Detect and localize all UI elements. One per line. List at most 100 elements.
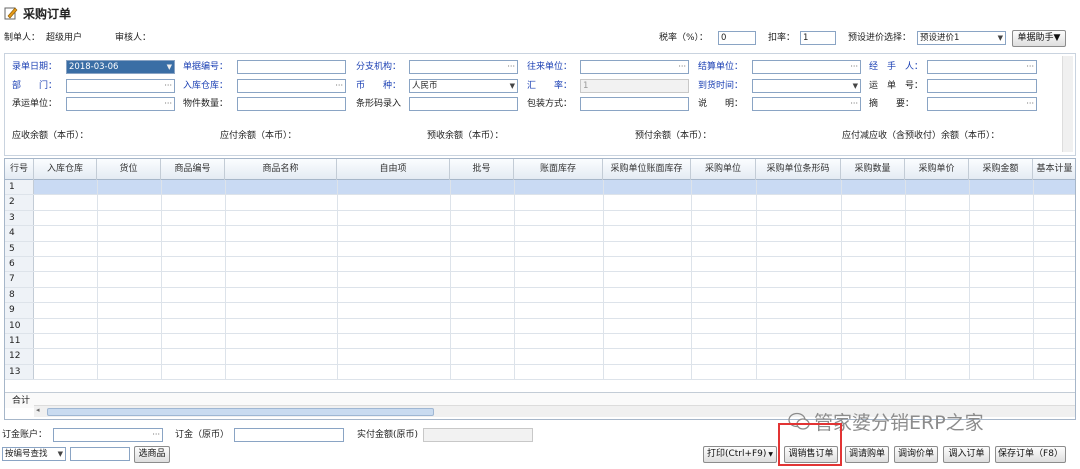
col-header[interactable]: 商品名称 xyxy=(225,159,337,180)
more-icon: ··· xyxy=(164,99,172,108)
table-row[interactable]: 5 xyxy=(5,241,1075,257)
arrival-field[interactable]: ▼ xyxy=(752,79,861,93)
settle-field[interactable]: ··· xyxy=(752,60,861,74)
col-header[interactable]: 入库仓库 xyxy=(34,159,97,180)
prerecv-balance-label: 预收余额（本币）： xyxy=(427,131,504,141)
packing-field[interactable] xyxy=(580,97,689,111)
carrier-field[interactable]: ··· xyxy=(66,97,175,111)
column-divider xyxy=(1033,180,1034,380)
col-header[interactable]: 采购单价 xyxy=(905,159,969,180)
col-header[interactable]: 采购单位条形码 xyxy=(756,159,841,180)
purchase-request-button[interactable]: 调请购单 xyxy=(845,446,889,463)
scrollbar-thumb[interactable] xyxy=(47,408,434,416)
summary-field[interactable]: ··· xyxy=(927,97,1037,111)
billno-field[interactable] xyxy=(237,60,346,74)
page-title-text: 采购订单 xyxy=(23,6,72,21)
date-label: 录单日期： xyxy=(12,62,58,72)
col-header[interactable]: 采购单位账面库存 xyxy=(603,159,691,180)
print-button[interactable]: 打印(Ctrl+F9) ▼ xyxy=(703,446,777,463)
table-row[interactable]: 9 xyxy=(5,303,1075,319)
partner-field[interactable]: ··· xyxy=(580,60,689,74)
col-header[interactable]: 商品编号 xyxy=(161,159,225,180)
more-icon: ··· xyxy=(507,62,515,71)
col-header[interactable]: 行号 xyxy=(5,159,34,180)
table-row[interactable]: 11 xyxy=(5,334,1075,350)
row-number: 1 xyxy=(5,180,34,195)
more-icon: ··· xyxy=(850,62,858,71)
settle-label: 结算单位： xyxy=(698,62,744,72)
preset-select[interactable]: 预设进价1 ▼ xyxy=(917,31,1006,45)
creator-label: 制单人： xyxy=(4,33,41,43)
table-row[interactable]: 4 xyxy=(5,226,1075,242)
table-row[interactable]: 1 xyxy=(5,180,1075,196)
col-header[interactable]: 基本计量 xyxy=(1033,159,1075,180)
column-divider xyxy=(97,180,98,380)
table-row[interactable]: 10 xyxy=(5,318,1075,334)
row-number: 13 xyxy=(5,364,34,380)
actual-field xyxy=(423,428,533,442)
more-icon: ··· xyxy=(1026,62,1034,71)
deposit-account-field[interactable]: ··· xyxy=(53,428,163,442)
import-order-button[interactable]: 调入订单 xyxy=(943,446,990,463)
print-label: 打印(Ctrl+F9) xyxy=(706,449,767,459)
col-header[interactable]: 货位 xyxy=(97,159,161,180)
tax-label: 税率（%）： xyxy=(659,33,709,43)
helper-button[interactable]: 单据助手▼ xyxy=(1012,30,1066,47)
row-number: 3 xyxy=(5,210,34,226)
date-field[interactable]: 2018-03-06 ▼ xyxy=(66,60,175,74)
table-row[interactable]: 7 xyxy=(5,272,1075,288)
table-row[interactable]: 6 xyxy=(5,257,1075,273)
price-inquiry-button[interactable]: 调询价单 xyxy=(894,446,938,463)
table-row[interactable]: 13 xyxy=(5,364,1075,381)
col-header[interactable]: 自由项 xyxy=(337,159,450,180)
col-header[interactable]: 批号 xyxy=(450,159,514,180)
branch-field[interactable]: ··· xyxy=(409,60,518,74)
waybill-label: 运 单 号： xyxy=(869,81,924,91)
rate-label: 汇 率： xyxy=(527,81,573,91)
auditor-label: 审核人： xyxy=(115,33,152,43)
table-row[interactable]: 2 xyxy=(5,195,1075,211)
column-divider xyxy=(603,180,604,380)
row-number: 12 xyxy=(5,349,34,364)
dept-field[interactable]: ··· xyxy=(66,79,175,93)
waybill-field[interactable] xyxy=(927,79,1037,93)
total-label: 合计 xyxy=(12,396,31,406)
currency-select[interactable]: 人民币 ▼ xyxy=(409,79,518,93)
column-divider xyxy=(841,180,842,380)
row-number: 6 xyxy=(5,257,34,272)
deposit-field[interactable] xyxy=(234,428,344,442)
partner-label: 往来单位： xyxy=(527,62,573,72)
handler-field[interactable]: ··· xyxy=(927,60,1037,74)
pick-goods-button[interactable]: 选商品 xyxy=(134,446,170,463)
date-value: 2018-03-06 xyxy=(69,62,119,72)
edit-icon xyxy=(4,7,18,20)
scroll-left-icon[interactable]: ◂ xyxy=(36,406,40,414)
table-row[interactable]: 12 xyxy=(5,349,1075,365)
col-header[interactable]: 采购单位 xyxy=(691,159,756,180)
search-mode-select[interactable]: 按编号查找 ▼ xyxy=(2,447,66,461)
table-row[interactable]: 3 xyxy=(5,210,1075,227)
col-header[interactable]: 采购数量 xyxy=(841,159,905,180)
warehouse-field[interactable]: ··· xyxy=(237,79,346,93)
search-input[interactable] xyxy=(70,447,130,461)
barcode-field[interactable] xyxy=(409,97,518,111)
save-order-button[interactable]: 保存订单（F8） xyxy=(995,446,1066,463)
column-divider xyxy=(691,180,692,380)
row-number: 8 xyxy=(5,287,34,303)
discount-field[interactable]: 1 xyxy=(800,31,836,45)
more-icon: ··· xyxy=(164,81,172,90)
col-header[interactable]: 账面库存 xyxy=(514,159,603,180)
col-header[interactable]: 采购金额 xyxy=(969,159,1033,180)
page-title: 采购订单 xyxy=(4,4,71,22)
tax-field[interactable]: 0 xyxy=(718,31,756,45)
column-divider xyxy=(337,180,338,380)
pieces-field[interactable] xyxy=(237,97,346,111)
note-field[interactable]: ··· xyxy=(752,97,861,111)
column-divider xyxy=(225,180,226,380)
row-number: 9 xyxy=(5,303,34,318)
dropdown-arrow-icon: ▼ xyxy=(768,451,774,458)
deposit-label: 订金（原币） xyxy=(175,430,230,440)
column-divider xyxy=(905,180,906,380)
table-row[interactable]: 8 xyxy=(5,287,1075,304)
form-scrollbar[interactable] xyxy=(1062,56,1073,152)
